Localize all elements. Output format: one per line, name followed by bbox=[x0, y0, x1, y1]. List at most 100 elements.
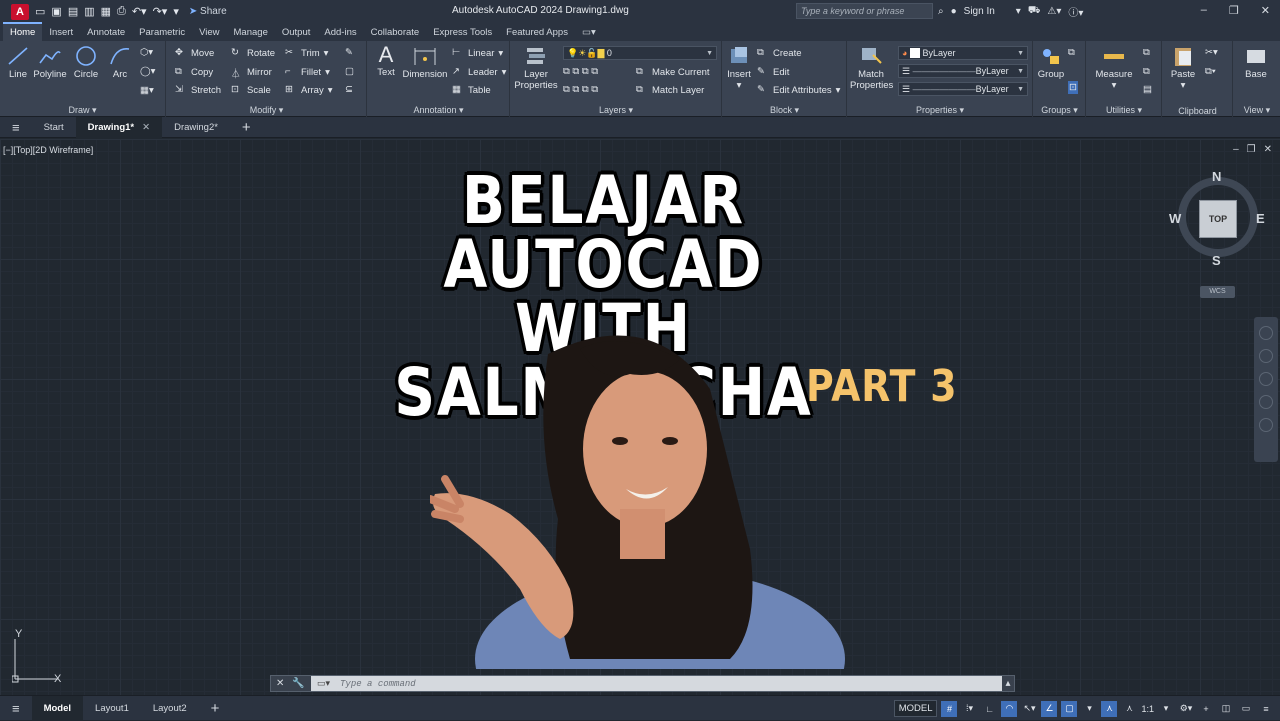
rectangle-tool[interactable]: ⬡▾ bbox=[140, 47, 153, 58]
isodraft-icon[interactable]: ∠ bbox=[1041, 700, 1058, 717]
new-tab-icon[interactable]: + bbox=[230, 117, 263, 138]
help-icon[interactable]: ⓘ▾ bbox=[1068, 4, 1083, 19]
open-web-icon[interactable]: ▦ bbox=[101, 5, 111, 18]
search-input[interactable]: Type a keyword or phrase bbox=[796, 3, 933, 19]
properties-panel-title[interactable]: Properties ▾ bbox=[848, 105, 1032, 116]
ribbon-minimize-icon[interactable]: ▭▾ bbox=[575, 24, 603, 41]
new-layout-icon[interactable]: + bbox=[199, 696, 232, 721]
close-command-line-icon[interactable]: ✕ bbox=[276, 678, 284, 689]
share-button[interactable]: ➤ Share bbox=[189, 6, 227, 17]
rotate-button[interactable]: ↻ Rotate bbox=[231, 47, 275, 59]
user-icon[interactable]: ● bbox=[951, 6, 957, 17]
viewport-restore-icon[interactable]: ❐ bbox=[1247, 144, 1256, 155]
view-panel-title[interactable]: View ▾ bbox=[1234, 105, 1280, 116]
file-tabs-menu-icon[interactable]: ≡ bbox=[0, 117, 32, 138]
base-button[interactable]: Base bbox=[1240, 45, 1272, 80]
linear-dim-button[interactable]: ⊢ Linear ▾ bbox=[452, 47, 503, 59]
text-button[interactable]: A Text bbox=[372, 43, 400, 79]
match-properties-button[interactable]: Match Properties bbox=[850, 45, 893, 91]
ortho-icon[interactable]: ◠ bbox=[1001, 700, 1018, 717]
draw-panel-title[interactable]: Draw ▾ bbox=[0, 105, 165, 116]
customize-qat-icon[interactable]: ▾ bbox=[173, 5, 179, 18]
annotation-monitor-icon[interactable]: + bbox=[1198, 701, 1214, 717]
make-current-button[interactable]: ⧉ Make Current bbox=[636, 66, 710, 78]
steering-wheel-icon[interactable] bbox=[1259, 326, 1273, 340]
layer-tools-row-1[interactable]: ⧉ ⧉ ⧉ ⧉ bbox=[563, 66, 598, 77]
close-icon[interactable]: ✕ bbox=[1261, 4, 1270, 17]
viewport-close-icon[interactable]: ✕ bbox=[1264, 144, 1272, 155]
drawing-canvas[interactable]: [−][Top][2D Wireframe] – ❐ ✕ BELAJAR AUT… bbox=[0, 139, 1280, 695]
dimension-button[interactable]: Dimension bbox=[402, 45, 448, 80]
ellipse-tool[interactable]: ◯▾ bbox=[140, 66, 155, 77]
orbit-icon[interactable] bbox=[1259, 395, 1273, 409]
utilities-panel-title[interactable]: Utilities ▾ bbox=[1087, 105, 1161, 116]
compass-north[interactable]: N bbox=[1212, 169, 1221, 184]
tab-drawing1[interactable]: Drawing1* ✕ bbox=[75, 116, 163, 138]
modify-panel-title[interactable]: Modify ▾ bbox=[167, 105, 366, 116]
lineweight-toggle-icon[interactable]: ▾ bbox=[1081, 701, 1097, 717]
tab-view[interactable]: View bbox=[192, 24, 226, 41]
scale-dropdown-icon[interactable]: ▾ bbox=[1158, 701, 1174, 717]
compass-west[interactable]: W bbox=[1169, 211, 1181, 226]
insert-button[interactable]: Insert ▾ bbox=[725, 45, 753, 91]
trim-button[interactable]: ✂ Trim ▾ bbox=[285, 47, 328, 59]
scale-button[interactable]: ⊡ Scale bbox=[231, 84, 271, 96]
layer-dropdown[interactable]: 💡☀🔓▇ 0 ▼ bbox=[563, 46, 717, 60]
groups-panel-title[interactable]: Groups ▾ bbox=[1034, 105, 1085, 116]
object-snap-icon[interactable]: ▢ bbox=[1061, 700, 1078, 717]
customize-command-line-icon[interactable]: 🔧 bbox=[292, 678, 304, 689]
polyline-button[interactable]: Polyline bbox=[32, 45, 68, 80]
block-panel-title[interactable]: Block ▾ bbox=[723, 105, 846, 116]
workspace-gear-icon[interactable]: ⚙▾ bbox=[1178, 701, 1194, 717]
clipboard-panel-title[interactable]: Clipboard bbox=[1163, 106, 1232, 116]
tab-insert[interactable]: Insert bbox=[42, 24, 80, 41]
clean-screen-icon[interactable]: ▭ bbox=[1238, 701, 1254, 717]
wcs-menu[interactable]: WCS bbox=[1200, 286, 1235, 298]
tab-layout1[interactable]: Layout1 bbox=[83, 696, 141, 721]
circle-button[interactable]: Circle bbox=[70, 45, 102, 80]
cart-icon[interactable]: ⛟ bbox=[1028, 5, 1041, 18]
match-layer-button[interactable]: ⧉ Match Layer bbox=[636, 84, 704, 96]
compass-east[interactable]: E bbox=[1256, 211, 1265, 226]
paste-button[interactable]: Paste ▾ bbox=[1167, 45, 1199, 91]
tab-drawing2[interactable]: Drawing2* bbox=[162, 117, 230, 138]
erase-tool[interactable]: ✎ bbox=[345, 47, 353, 58]
redo-icon[interactable]: ↷▾ bbox=[153, 5, 168, 18]
command-history-icon[interactable]: ▴ bbox=[1002, 678, 1014, 689]
calculator-tool[interactable]: ▤ bbox=[1143, 84, 1152, 95]
search-icon[interactable]: ⌕ bbox=[938, 6, 944, 17]
arc-button[interactable]: Arc bbox=[104, 45, 136, 80]
hatch-tool[interactable]: ▦▾ bbox=[140, 85, 154, 96]
tab-collaborate[interactable]: Collaborate bbox=[364, 24, 427, 41]
plot-icon[interactable]: ⎙ bbox=[117, 5, 126, 18]
array-button[interactable]: ⊞ Array ▾ bbox=[285, 84, 332, 96]
tab-start[interactable]: Start bbox=[32, 117, 76, 138]
linetype-dropdown[interactable]: ☰ ——————— ByLayer ▼ bbox=[898, 64, 1028, 78]
save-as-icon[interactable]: ▥ bbox=[84, 5, 94, 18]
measure-button[interactable]: Measure ▾ bbox=[1093, 45, 1135, 91]
snap-icon[interactable]: ⁞▾ bbox=[961, 701, 977, 717]
layer-properties-button[interactable]: Layer Properties bbox=[513, 45, 559, 91]
sign-in-button[interactable]: Sign In bbox=[964, 6, 995, 17]
mirror-button[interactable]: ⏃ Mirror bbox=[231, 66, 272, 81]
showmotion-icon[interactable] bbox=[1259, 418, 1273, 432]
leader-button[interactable]: ↗ Leader ▾ bbox=[452, 66, 506, 78]
move-button[interactable]: ✥ Move bbox=[175, 47, 214, 59]
units-icon[interactable]: ◫ bbox=[1218, 701, 1234, 717]
sign-in-dropdown-icon[interactable]: ▾ bbox=[1016, 6, 1021, 17]
tab-home[interactable]: Home bbox=[3, 22, 43, 41]
line-button[interactable]: Line bbox=[4, 45, 32, 80]
polar-tracking-icon[interactable]: ↖▾ bbox=[1021, 701, 1037, 717]
minimize-icon[interactable]: – bbox=[1201, 4, 1207, 17]
tab-featured-apps[interactable]: Featured Apps bbox=[499, 24, 575, 41]
layout-menu-icon[interactable]: ≡ bbox=[0, 696, 32, 721]
annotation-visibility-icon[interactable]: ⋏ bbox=[1101, 700, 1118, 717]
viewport-minimize-icon[interactable]: – bbox=[1233, 144, 1239, 155]
viewcube-top-face[interactable]: TOP bbox=[1199, 200, 1237, 238]
tab-add-ins[interactable]: Add-ins bbox=[317, 24, 363, 41]
viewport-controls-label[interactable]: [−][Top][2D Wireframe] bbox=[3, 145, 93, 155]
a360-icon[interactable]: ⚠▾ bbox=[1047, 6, 1061, 17]
explode-tool[interactable]: ▢ bbox=[345, 66, 354, 77]
autocad-logo-icon[interactable]: A bbox=[11, 3, 29, 20]
annotation-panel-title[interactable]: Annotation ▾ bbox=[368, 105, 509, 116]
